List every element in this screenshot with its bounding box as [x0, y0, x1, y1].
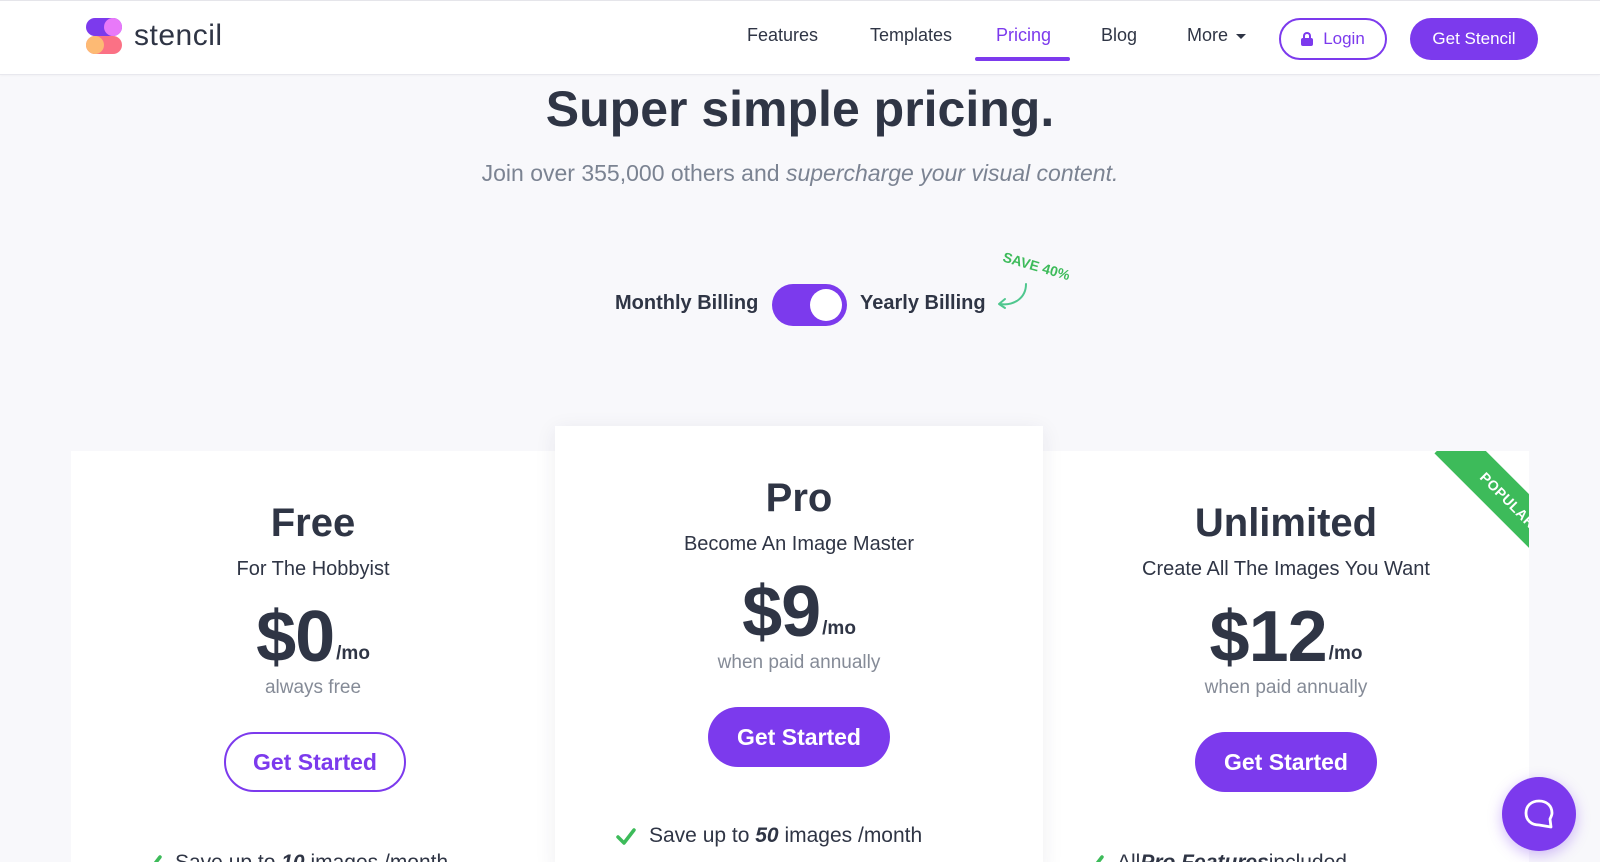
- chevron-down-icon: [1236, 33, 1247, 39]
- plan-price: $0 /mo: [71, 601, 555, 673]
- price-note: when paid annually: [717, 652, 881, 673]
- cta-label: Get Started: [253, 748, 377, 775]
- plan-tagline: Become An Image Master: [683, 533, 915, 555]
- feature-prefix: Save up to: [649, 824, 750, 847]
- check-icon: [616, 828, 636, 845]
- toggle-knob: [810, 289, 842, 321]
- feature-bold: Pro Features: [1140, 851, 1268, 862]
- nav-blog[interactable]: Blog: [1101, 25, 1137, 46]
- get-started-unlimited-button[interactable]: Get Started: [1195, 732, 1377, 792]
- feature-item: All Pro Features included: [1083, 851, 1347, 862]
- feature-suffix: images /month: [310, 851, 448, 862]
- check-icon: [1095, 855, 1104, 862]
- get-stencil-button[interactable]: Get Stencil: [1410, 18, 1538, 60]
- plan-card-unlimited: POPULAR Unlimited Create All The Images …: [1043, 451, 1529, 862]
- save-badge: SAVE 40%: [1001, 248, 1072, 284]
- nav-more[interactable]: More: [1187, 25, 1247, 46]
- price-amount: $0: [256, 597, 335, 677]
- feature-prefix: Save up to: [175, 851, 275, 862]
- feature-bold: 50: [755, 824, 779, 847]
- nav-features[interactable]: Features: [747, 25, 818, 46]
- lock-icon: [1301, 32, 1314, 46]
- feature-prefix: All: [1117, 851, 1140, 862]
- monthly-billing-label[interactable]: Monthly Billing: [615, 292, 758, 315]
- price-note: when paid annually: [1204, 677, 1368, 698]
- chat-bubble-icon: [1524, 799, 1554, 829]
- login-button[interactable]: Login: [1279, 18, 1387, 60]
- get-started-free-button[interactable]: Get Started: [224, 732, 406, 792]
- logo[interactable]: stencil: [86, 18, 223, 54]
- feature-suffix: images /month: [784, 824, 923, 847]
- plan-name: Free: [270, 501, 356, 545]
- price-period: /mo: [1328, 643, 1363, 664]
- page-subtitle: Join over 355,000 others and supercharge…: [0, 160, 1600, 187]
- cta-label: Get Started: [1224, 748, 1348, 775]
- cta-label: Get Started: [737, 723, 861, 750]
- price-amount: $12: [1209, 597, 1328, 677]
- get-stencil-label: Get Stencil: [1432, 29, 1516, 48]
- plan-tagline: For The Hobbyist: [236, 558, 390, 580]
- plan-name: Pro: [765, 476, 833, 520]
- page-title: Super simple pricing.: [545, 81, 1055, 137]
- billing-toggle[interactable]: [772, 284, 847, 326]
- subtitle-plain: Join over 355,000 others and: [481, 160, 786, 186]
- price-amount: $9: [742, 572, 821, 652]
- price-period: /mo: [336, 643, 370, 664]
- logo-text: stencil: [134, 19, 223, 52]
- plan-card-free: Free For The Hobbyist $0 /mo always free…: [71, 451, 555, 862]
- plan-price: $12 /mo: [1043, 601, 1529, 673]
- plan-tagline: Create All The Images You Want: [1142, 558, 1430, 580]
- feature-bold: 10: [281, 851, 304, 862]
- plan-price: $9 /mo: [555, 576, 1043, 648]
- check-icon: [153, 855, 162, 862]
- nav-templates[interactable]: Templates: [870, 25, 952, 46]
- nav-pricing[interactable]: Pricing: [996, 25, 1051, 46]
- price-period: /mo: [822, 618, 856, 639]
- get-started-pro-button[interactable]: Get Started: [708, 707, 890, 767]
- site-header: stencil Features Templates Pricing Blog …: [0, 0, 1600, 75]
- plan-card-pro: Pro Become An Image Master $9 /mo when p…: [555, 426, 1043, 862]
- price-note: always free: [264, 677, 362, 698]
- feature-suffix: included: [1269, 851, 1347, 862]
- subtitle-italic: supercharge your visual content.: [785, 160, 1119, 186]
- nav-active-indicator: [975, 57, 1070, 61]
- feature-item: Save up to 50 images /month: [615, 824, 922, 848]
- curved-arrow-icon: [998, 283, 1027, 309]
- login-label: Login: [1323, 29, 1365, 48]
- yearly-billing-label[interactable]: Yearly Billing: [860, 292, 986, 315]
- plan-name: Unlimited: [1194, 501, 1378, 545]
- feature-item: Save up to 10 images /month: [141, 851, 448, 862]
- nav-more-label: More: [1187, 25, 1229, 45]
- chat-button[interactable]: [1502, 777, 1576, 851]
- stencil-logo-icon: [86, 18, 122, 54]
